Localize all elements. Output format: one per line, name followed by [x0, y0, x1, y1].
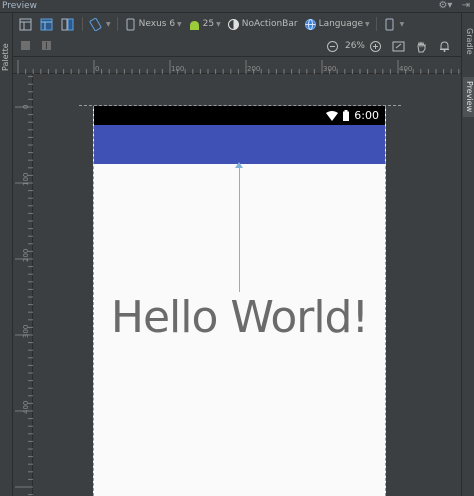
toolbar-separator [116, 17, 118, 31]
zoom-fit-icon[interactable] [392, 40, 407, 53]
device-screen[interactable]: 6:00 Hello World! [93, 106, 386, 496]
gradle-tab[interactable]: Gradle [463, 21, 474, 61]
split-icon[interactable] [61, 18, 76, 31]
design-surface-icon[interactable] [19, 18, 34, 31]
layout-variant-icon[interactable]: ▼ [383, 18, 404, 31]
v-ruler-label-300: 300 [22, 324, 30, 338]
right-tool-strip: Gradle Preview [461, 13, 474, 496]
zoom-level: 26% [344, 41, 365, 51]
device-selector[interactable]: Nexus 6 ▼ [124, 18, 182, 31]
phone-icon [126, 18, 135, 30]
constraint-line[interactable] [239, 164, 240, 292]
blueprint-icon[interactable] [40, 18, 55, 31]
language-selector[interactable]: Language ▼ [304, 18, 370, 31]
battery-icon [343, 110, 350, 121]
theme-icon [227, 18, 239, 30]
horizontal-ruler: 0 100 200 300 400 [13, 58, 461, 74]
preview-title-bar: Preview ⚙▾ ⇥ [0, 0, 474, 13]
device-label: Nexus 6 [138, 19, 176, 29]
theme-label: NoActionBar [241, 19, 298, 29]
v-ruler-label-0: 0 [22, 104, 30, 109]
resize-icon[interactable] [40, 39, 55, 52]
h-ruler-label-0: 0 [95, 65, 100, 73]
minimize-icon[interactable]: ⇥ [462, 0, 470, 11]
zoom-in-icon[interactable] [369, 40, 384, 53]
globe-icon [304, 18, 316, 30]
android-icon [189, 20, 199, 30]
app-bar[interactable] [94, 125, 385, 164]
api-level-selector[interactable]: 25 ▼ [188, 18, 221, 31]
vertical-ruler: 0 100 200 300 400 [13, 74, 33, 496]
toolbar-separator [375, 17, 377, 31]
v-ruler-label-400: 400 [22, 400, 30, 414]
constraint-arrow [235, 162, 243, 168]
title-bar-icons: ⚙▾ ⇥ [432, 0, 470, 12]
notification-icon[interactable] [438, 40, 453, 53]
status-bar: 6:00 [94, 106, 385, 125]
v-ruler-label-200: 200 [22, 248, 30, 262]
h-ruler-label-400: 400 [399, 65, 413, 73]
orientation-icon[interactable]: ▼ [89, 17, 111, 31]
theme-selector[interactable]: NoActionBar [227, 18, 298, 31]
preview-tab[interactable]: Preview [463, 77, 474, 117]
zoom-out-icon[interactable] [326, 40, 341, 53]
layout-toggle-icon[interactable] [19, 39, 34, 52]
h-ruler-label-300: 300 [323, 65, 337, 73]
zoom-controls: 26% [318, 35, 453, 57]
v-ruler-label-100: 100 [22, 172, 30, 186]
h-ruler-label-100: 100 [171, 65, 185, 73]
preview-toolbar: ▼ Nexus 6 ▼ 25 ▼ NoActionBar Language ▼ ▼ [13, 13, 461, 35]
status-bar-time: 6:00 [354, 109, 379, 122]
window-title: Preview [2, 1, 38, 11]
api-level-label: 25 [202, 19, 215, 29]
palette-tab[interactable]: Palette [1, 37, 12, 77]
hello-world-textview[interactable]: Hello World! [94, 292, 385, 343]
left-tool-strip: Palette [0, 13, 13, 496]
horizontal-ruler-ticks [17, 60, 460, 74]
language-label: Language [318, 19, 363, 29]
pan-icon[interactable] [415, 40, 430, 53]
wifi-icon [326, 110, 339, 121]
gear-icon[interactable]: ⚙▾ [438, 0, 452, 11]
preview-toolbar-secondary: 26% [13, 35, 461, 57]
vertical-ruler-ticks [15, 76, 33, 496]
toolbar-separator [82, 17, 83, 31]
h-ruler-label-200: 200 [247, 65, 261, 73]
design-canvas[interactable]: 6:00 Hello World! [34, 74, 461, 496]
